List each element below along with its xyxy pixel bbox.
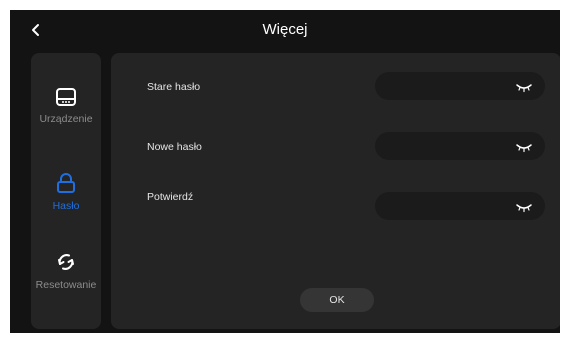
sidebar-item-device[interactable]: Urządzenie — [31, 87, 101, 151]
password-panel: Stare hasło Nowe hasło Potwierdź OK — [111, 53, 560, 329]
eye-closed-icon[interactable] — [516, 143, 532, 153]
app-screen: Więcej Urządzenie Hasło Resetowanie Star… — [10, 10, 560, 333]
ok-button[interactable]: OK — [300, 288, 374, 312]
confirm-password-label: Potwierdź — [147, 191, 194, 203]
sidebar-item-reset[interactable]: Resetowanie — [31, 251, 101, 315]
eye-closed-icon[interactable] — [516, 83, 532, 93]
sidebar-item-label: Resetowanie — [35, 279, 97, 291]
device-icon — [56, 88, 76, 106]
page-title: Więcej — [262, 21, 308, 38]
sidebar-item-label: Hasło — [52, 200, 80, 212]
eye-closed-icon[interactable] — [516, 203, 532, 213]
sidebar: Urządzenie Hasło Resetowanie — [31, 53, 101, 329]
sidebar-item-label: Urządzenie — [39, 113, 93, 125]
new-password-label: Nowe hasło — [147, 141, 202, 153]
old-password-label: Stare hasło — [147, 81, 201, 93]
reset-icon — [58, 254, 74, 270]
lock-icon — [57, 173, 75, 193]
sidebar-item-password[interactable]: Hasło — [31, 172, 101, 236]
